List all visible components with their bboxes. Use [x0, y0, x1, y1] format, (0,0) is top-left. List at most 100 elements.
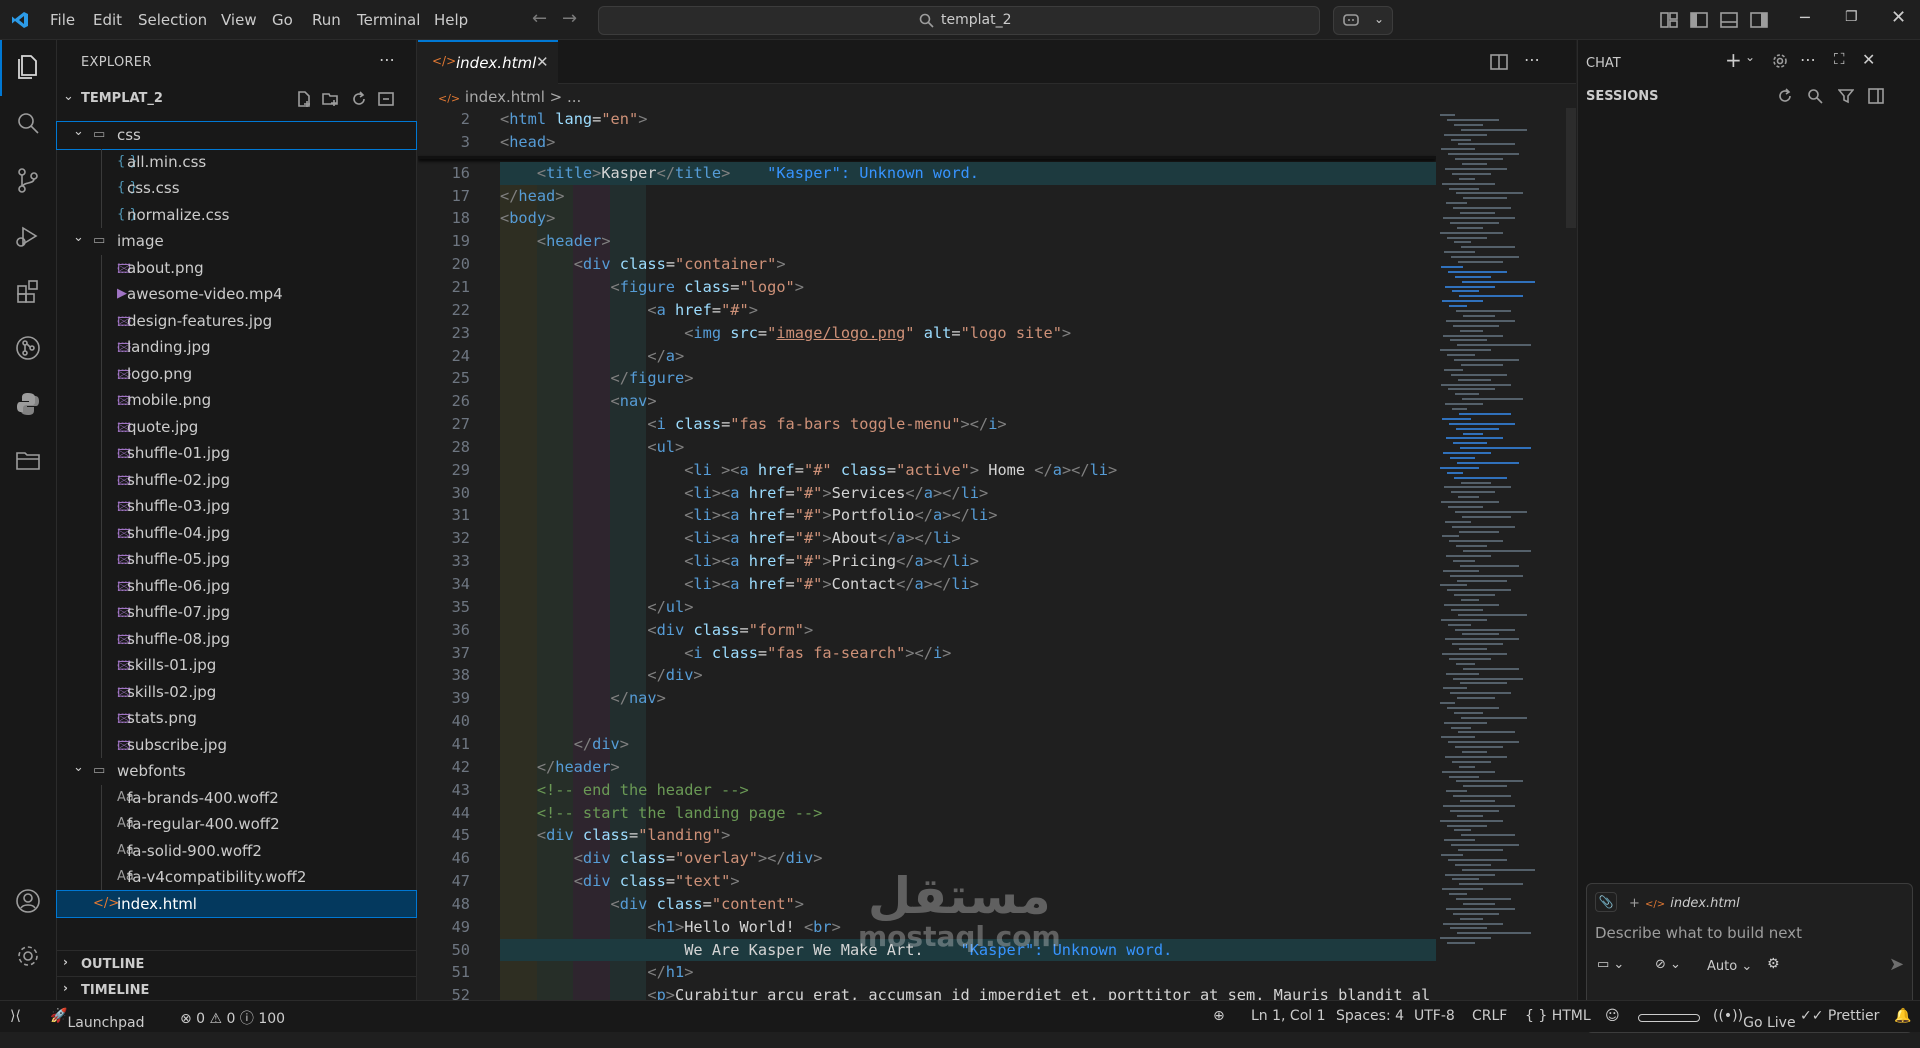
problems-item[interactable]: ⊗ 0 ⚠ 0 ⓘ 100	[180, 1008, 285, 1028]
code-line[interactable]: <h1>Hello World! <br>	[500, 918, 840, 936]
remote-icon[interactable]: ⟩⟨	[10, 1008, 21, 1024]
tree-file[interactable]: { } all.min.css	[57, 148, 416, 175]
code-line[interactable]: <li><a href="#">Portfolio</a></li>	[500, 506, 997, 524]
code-line[interactable]: <div class="content">	[500, 895, 804, 913]
code-line[interactable]: <li ><a href="#" class="active"> Home </…	[500, 461, 1117, 479]
filter-icon[interactable]	[1838, 88, 1854, 104]
encoding[interactable]: UTF-8	[1414, 1008, 1455, 1024]
gear-icon[interactable]	[1772, 53, 1788, 69]
refresh-icon[interactable]	[350, 90, 368, 108]
toggle-sidebar-icon[interactable]	[1868, 88, 1884, 104]
tree-file[interactable]: 🖾 about.png	[57, 254, 416, 281]
tree-file[interactable]: 🖾 shuffle-07.jpg	[57, 599, 416, 626]
tree-file[interactable]: 🖾 shuffle-06.jpg	[57, 572, 416, 599]
split-editor-icon[interactable]	[1490, 54, 1508, 70]
new-chat-icon[interactable]: +	[1725, 48, 1742, 72]
new-file-icon[interactable]	[295, 90, 313, 108]
tree-file[interactable]: 🖾 quote.jpg	[57, 413, 416, 440]
project-manager-icon[interactable]	[12, 444, 44, 476]
refresh-icon[interactable]	[1777, 88, 1793, 104]
zoom-icon[interactable]: ⊕	[1213, 1008, 1225, 1024]
tree-folder[interactable]: ⌄ ▭ css	[56, 121, 417, 150]
explorer-icon[interactable]	[12, 50, 44, 82]
code-line[interactable]: <a href="#">	[500, 301, 758, 319]
code-line[interactable]: <div class="container">	[500, 255, 786, 273]
tree-file[interactable]: 🖾 skills-01.jpg	[57, 652, 416, 679]
agent-picker-icon[interactable]: ▭ ⌄	[1597, 957, 1624, 972]
code-line[interactable]: <!-- end the header -->	[500, 781, 749, 799]
attach-icon[interactable]: 📎	[1595, 892, 1617, 912]
menu-item-selection[interactable]: Selection	[138, 11, 207, 29]
tree-folder[interactable]: ⌄ ▭ webfonts	[57, 758, 416, 785]
tree-file[interactable]: 🖾 shuffle-01.jpg	[57, 440, 416, 467]
customize-layout-icon[interactable]	[1660, 12, 1678, 28]
cursor-position[interactable]: Ln 1, Col 1	[1251, 1008, 1326, 1024]
tree-file[interactable]: Aa fa-solid-900.woff2	[57, 837, 416, 864]
tree-file[interactable]: ▶ awesome-video.mp4	[57, 281, 416, 308]
attachment-chip[interactable]: + </> index.html	[1623, 892, 1746, 912]
code-line[interactable]: <body>	[500, 209, 555, 227]
send-icon[interactable]: ➤	[1889, 954, 1904, 975]
code-line[interactable]: </ul>	[500, 598, 693, 616]
configure-tools-icon[interactable]: ⚙	[1767, 956, 1780, 972]
gitlens-icon[interactable]	[12, 332, 44, 364]
sticky-scroll-line[interactable]: <head>	[500, 133, 555, 151]
menu-item-edit[interactable]: Edit	[93, 11, 122, 29]
tree-file[interactable]: 🖾 shuffle-05.jpg	[57, 546, 416, 573]
tree-file[interactable]: 🖾 subscribe.jpg	[57, 731, 416, 758]
sticky-scroll-line[interactable]: <html lang="en">	[500, 110, 647, 128]
tree-file[interactable]: 🖾 logo.png	[57, 360, 416, 387]
prettier-item[interactable]: ✓✓ Prettier	[1800, 1008, 1879, 1024]
launchpad-item[interactable]: 🚀 Launchpad	[50, 1008, 145, 1031]
indentation[interactable]: Spaces: 4	[1336, 1008, 1404, 1024]
code-line[interactable]: We Are Kasper We Make Art. "Kasper": Unk…	[500, 941, 1172, 959]
more-actions-icon[interactable]: ⋯	[1800, 50, 1816, 69]
vertical-scrollbar[interactable]	[1566, 108, 1576, 228]
outline-section[interactable]: › OUTLINE	[57, 950, 416, 976]
close-icon[interactable]: ✕	[1862, 50, 1875, 69]
close-icon[interactable]: ✕	[536, 53, 549, 71]
close-window-icon[interactable]: ✕	[1891, 7, 1906, 28]
maximize-icon[interactable]: ⛶	[1834, 50, 1845, 68]
minimap[interactable]	[1436, 108, 1576, 1040]
toggle-primary-sidebar-icon[interactable]	[1690, 12, 1708, 28]
new-folder-icon[interactable]	[322, 90, 340, 108]
code-line[interactable]: <li><a href="#">About</a></li>	[500, 529, 960, 547]
code-line[interactable]: </head>	[500, 187, 564, 205]
menu-item-file[interactable]: File	[50, 11, 75, 29]
tree-file[interactable]: 🖾 shuffle-03.jpg	[57, 493, 416, 520]
code-line[interactable]: <nav>	[500, 392, 657, 410]
end-of-line[interactable]: CRLF	[1472, 1008, 1507, 1024]
code-line[interactable]: <!-- start the landing page -->	[500, 804, 823, 822]
tree-file[interactable]: { } css.css	[57, 175, 416, 202]
menu-item-run[interactable]: Run	[312, 11, 341, 29]
minimize-window-icon[interactable]: ─	[1800, 8, 1810, 27]
tools-picker-icon[interactable]: ⊘ ⌄	[1655, 957, 1681, 972]
tree-file[interactable]: 🖾 skills-02.jpg	[57, 678, 416, 705]
account-icon[interactable]	[12, 885, 44, 917]
copilot-button[interactable]: ⌄	[1333, 6, 1393, 35]
more-actions-icon[interactable]: ⋯	[1524, 50, 1540, 69]
tree-file[interactable]: Aa fa-v4compatibility.woff2	[57, 864, 416, 891]
menu-item-view[interactable]: View	[221, 11, 257, 29]
chat-placeholder[interactable]: Describe what to build next	[1595, 924, 1802, 942]
tree-file[interactable]: Aa fa-regular-400.woff2	[57, 811, 416, 838]
tree-file[interactable]: 🖾 shuffle-08.jpg	[57, 625, 416, 652]
tree-file[interactable]: 🖾 stats.png	[57, 705, 416, 732]
tree-file[interactable]: 🖾 design-features.jpg	[57, 307, 416, 334]
tab-index-html[interactable]: </> index.html ✕	[418, 40, 558, 84]
code-line[interactable]: <li><a href="#">Contact</a></li>	[500, 575, 979, 593]
command-center-search[interactable]: templat_2	[598, 6, 1320, 35]
code-line[interactable]: <li><a href="#">Pricing</a></li>	[500, 552, 979, 570]
code-line[interactable]: </div>	[500, 666, 702, 684]
code-line[interactable]: </div>	[500, 735, 629, 753]
search-icon[interactable]	[12, 108, 44, 140]
tree-file[interactable]: 🖾 landing.jpg	[57, 334, 416, 361]
tree-file[interactable]: 🖾 mobile.png	[57, 387, 416, 414]
menu-item-help[interactable]: Help	[434, 11, 468, 29]
code-line[interactable]: </header>	[500, 758, 620, 776]
menu-item-go[interactable]: Go	[272, 11, 293, 29]
tree-file[interactable]: 🖾 shuffle-04.jpg	[57, 519, 416, 546]
language-mode[interactable]: { } HTML	[1525, 1008, 1591, 1024]
nav-forward-icon[interactable]: →	[562, 8, 577, 29]
